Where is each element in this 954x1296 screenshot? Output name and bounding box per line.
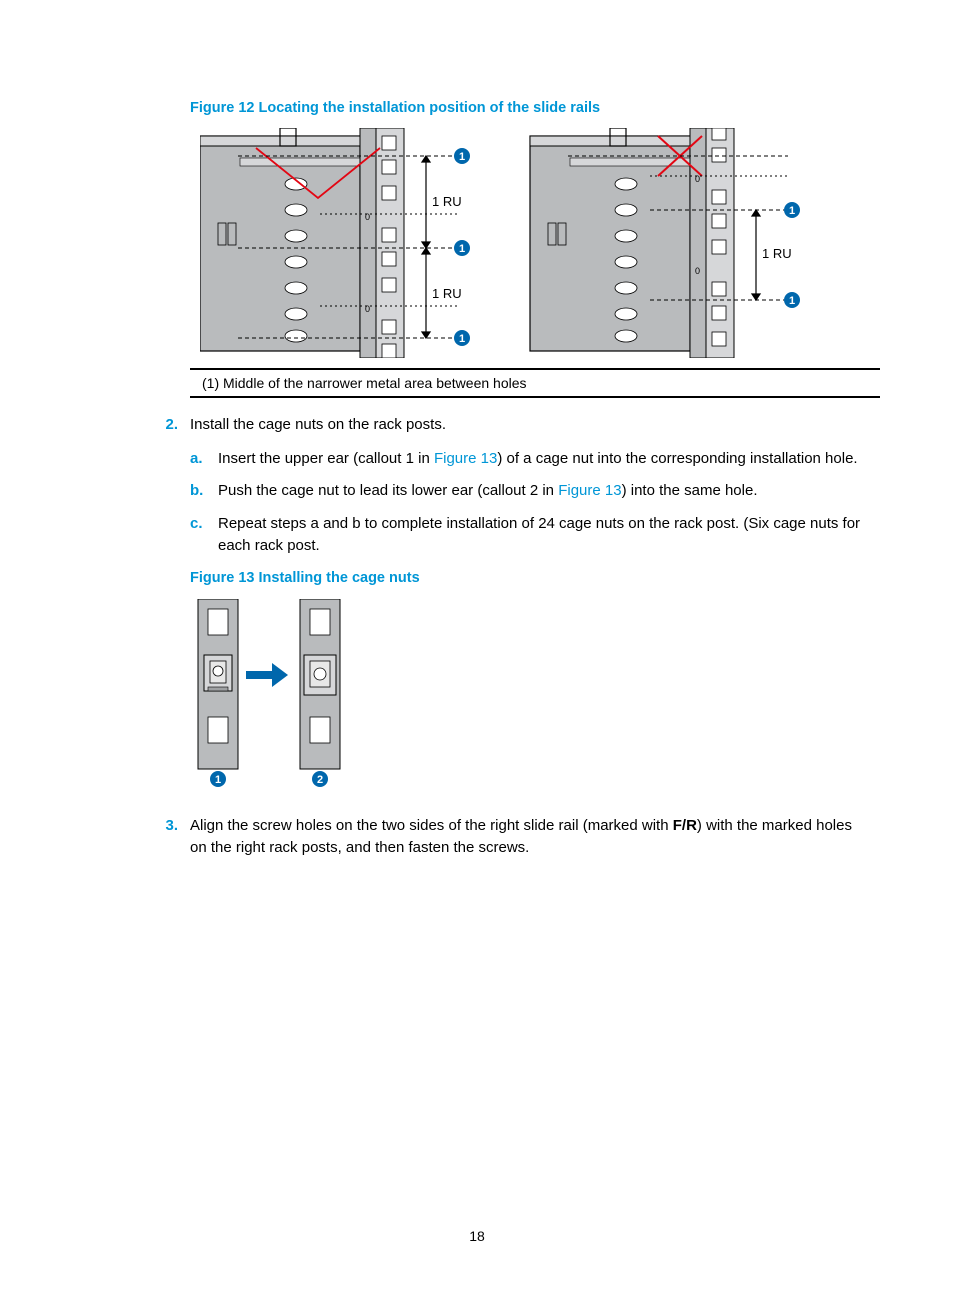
svg-text:1: 1 [459,333,465,345]
figure12-caption: Figure 12 Locating the installation posi… [190,100,864,116]
figure13-diagram: 1 2 [190,599,864,789]
figure12-legend: (1) Middle of the narrower metal area be… [190,368,880,398]
svg-text:0: 0 [695,266,700,276]
svg-text:2: 2 [317,774,323,786]
step-3: 3. Align the screw holes on the two side… [150,815,864,859]
step-2a-pre: Insert the upper ear (callout 1 in [218,450,434,467]
step-2b: b. Push the cage nut to lead its lower e… [190,480,864,503]
ru-label: 1 RU [432,194,462,209]
step-2a-post: ) of a cage nut into the corresponding i… [497,450,857,467]
step-2c: c. Repeat steps a and b to complete inst… [190,513,864,558]
svg-text:1: 1 [459,151,465,163]
step-2-number: 2. [150,414,178,436]
step-2b-pre: Push the cage nut to lead its lower ear … [218,482,558,499]
step-2-text: Install the cage nuts on the rack posts. [190,416,446,433]
svg-text:1: 1 [215,774,221,786]
step-2b-post: ) into the same hole. [622,482,758,499]
step-3-number: 3. [150,815,178,837]
ru-label: 1 RU [762,246,792,261]
step-2c-letter: c. [190,513,203,536]
svg-text:1: 1 [789,295,795,307]
page-number: 18 [469,1228,485,1244]
step-3-bold: F/R [673,817,697,834]
svg-text:1: 1 [789,205,795,217]
figure13-link[interactable]: Figure 13 [434,450,497,467]
step-2a-letter: a. [190,448,203,471]
ru-label: 1 RU [432,286,462,301]
step-3-pre: Align the screw holes on the two sides o… [190,817,673,834]
step-2b-letter: b. [190,480,203,503]
figure13-caption: Figure 13 Installing the cage nuts [190,568,864,589]
svg-text:1: 1 [459,243,465,255]
figure12-diagram: 0 0 [200,128,864,358]
step-2c-text: Repeat steps a and b to complete install… [218,515,860,555]
step-2a: a. Insert the upper ear (callout 1 in Fi… [190,448,864,471]
step-2: 2. Install the cage nuts on the rack pos… [150,414,864,789]
figure13-link[interactable]: Figure 13 [558,482,621,499]
